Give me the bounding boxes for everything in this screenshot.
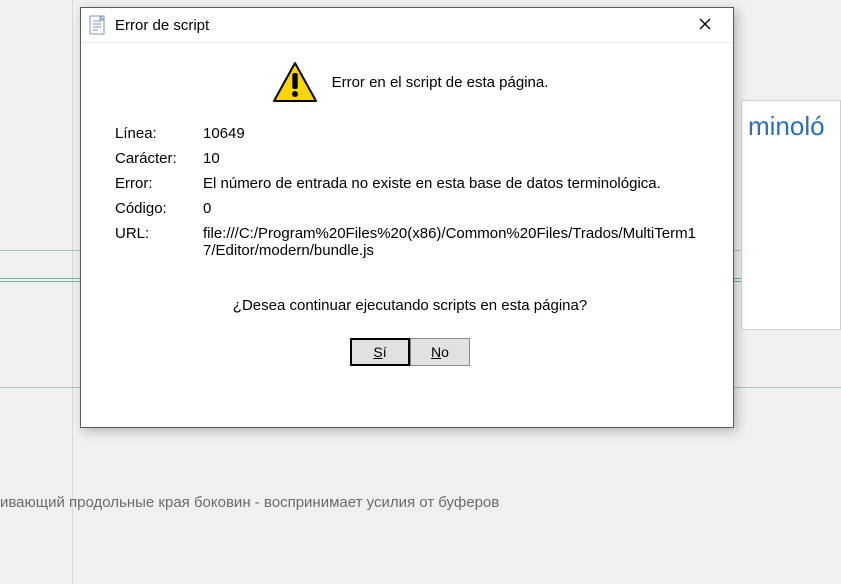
label-code: Código: [115, 200, 203, 217]
value-url: file:///C:/Program%20Files%20(x86)/Commo… [203, 225, 705, 259]
warning-icon [272, 61, 318, 103]
close-button[interactable] [683, 10, 727, 40]
yes-button[interactable]: Sí [350, 338, 410, 366]
dialog-titlebar[interactable]: Error de script [81, 8, 733, 43]
background-panel: minoló [741, 100, 841, 330]
value-line: 10649 [203, 125, 705, 142]
no-accel: N [431, 344, 441, 360]
label-url: URL: [115, 225, 203, 259]
dialog-title: Error de script [115, 17, 683, 34]
continue-question: ¿Desea continuar ejecutando scripts en e… [115, 297, 705, 314]
dialog-body: Error en el script de esta página. Línea… [81, 43, 733, 366]
label-error: Error: [115, 175, 203, 192]
value-char: 10 [203, 150, 705, 167]
script-error-dialog: Error de script Error en el script de es… [80, 7, 734, 428]
no-rest: o [441, 344, 449, 360]
yes-accel: S [373, 344, 382, 360]
dialog-hero: Error en el script de esta página. [115, 61, 705, 103]
dialog-hero-text: Error en el script de esta página. [332, 74, 549, 91]
label-char: Carácter: [115, 150, 203, 167]
value-code: 0 [203, 200, 705, 217]
value-error: El número de entrada no existe en esta b… [203, 175, 705, 192]
background-text-line: ивающий продольные края боковин - воспри… [0, 494, 499, 511]
close-icon [699, 18, 711, 33]
label-line: Línea: [115, 125, 203, 142]
dialog-button-row: Sí No [115, 338, 705, 366]
document-icon [89, 15, 105, 35]
background-panel-text: minoló [748, 111, 825, 141]
error-details-grid: Línea: 10649 Carácter: 10 Error: El núme… [115, 125, 705, 259]
yes-rest: í [383, 344, 387, 360]
no-button[interactable]: No [410, 338, 470, 366]
